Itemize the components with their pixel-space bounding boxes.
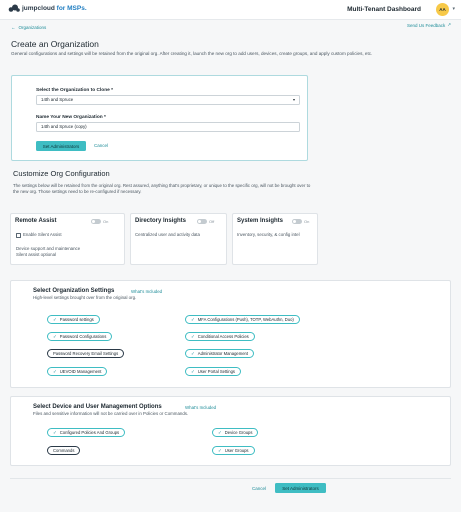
directory-insights-toggle[interactable] <box>197 219 207 224</box>
cancel-button[interactable]: Cancel <box>94 143 108 148</box>
footer-cancel-button[interactable]: Cancel <box>252 486 266 491</box>
check-icon: ✓ <box>53 333 57 339</box>
setting-pill-user-portal-settings[interactable]: ✓ User Portal Settings <box>185 367 242 376</box>
avatar[interactable]: AA <box>436 3 449 16</box>
chevron-down-icon: ▾ <box>292 97 295 102</box>
setting-pill-administrator-management[interactable]: ✓ Administrator Management <box>185 349 255 358</box>
chevron-down-icon[interactable]: ▾ <box>452 6 455 12</box>
dashboard-title: Multi-Tenant Dashboard <box>347 6 421 13</box>
page-description: General configurations and settings will… <box>11 51 373 56</box>
setting-pill-conditional-access[interactable]: ✓ Conditional Access Policies <box>185 332 255 341</box>
check-icon: ✓ <box>53 316 57 322</box>
option-pill-device-groups[interactable]: ✓ Device Groups <box>212 428 259 437</box>
feedback-label: Send Us Feedback <box>406 22 446 28</box>
system-insights-line-1: Inventory, security, & config intel <box>237 232 300 237</box>
remote-assist-line-1: Device support and maintenance <box>16 246 81 251</box>
remote-assist-toggle[interactable] <box>91 219 101 224</box>
name-label: Name Your New Organization * <box>36 115 106 120</box>
check-icon: ✓ <box>191 350 195 356</box>
back-link[interactable]: ← Organizations <box>11 25 46 30</box>
name-input[interactable]: 14th and Spruce (copy) <box>36 122 300 132</box>
check-icon: ✓ <box>191 316 195 322</box>
check-icon: ✓ <box>218 447 222 453</box>
check-icon: ✓ <box>53 429 57 435</box>
check-icon: ✓ <box>191 333 195 339</box>
check-icon: ✓ <box>191 368 195 374</box>
system-insights-toggle-label: On <box>304 219 310 224</box>
customize-title: Customize Org Configuration <box>13 169 110 178</box>
directory-insights-line-1: Centralized user and activity data <box>135 232 200 237</box>
arrow-left-icon: ← <box>11 25 16 30</box>
logo-suffix: for MSPs. <box>56 5 87 12</box>
check-icon: ✓ <box>218 429 222 435</box>
clone-select[interactable]: 14th and Spruce ▾ <box>36 95 300 105</box>
setting-pill-password-configurations[interactable]: ✓ Password Configurations <box>47 332 113 341</box>
device-options-whats-included-link[interactable]: What's Included <box>185 405 216 410</box>
silent-assist-checkbox[interactable] <box>16 233 21 238</box>
footer-divider <box>10 478 451 479</box>
option-pill-user-groups[interactable]: ✓ User Groups <box>212 446 255 455</box>
silent-assist-label: Enable Silent Assist <box>23 232 62 237</box>
system-insights-title: System Insights <box>237 218 284 224</box>
footer-set-administrators-button[interactable]: Set Administrators <box>275 483 326 493</box>
clone-label: Select the Organization to Clone * <box>36 88 114 93</box>
page-title: Create an Organization <box>11 39 99 49</box>
set-administrators-button[interactable]: Set Administrators <box>36 141 86 151</box>
setting-pill-mfa-configurations[interactable]: ✓ MFA Configurations (Push), TOTP, WebAut… <box>185 315 300 324</box>
setting-pill-password-recovery-email[interactable]: Password Recovery Email Settings <box>47 349 125 358</box>
back-label: Organizations <box>18 25 47 30</box>
device-options-title: Select Device and User Management Option… <box>33 404 162 410</box>
device-options-subtitle: Files and sensitive information will not… <box>33 411 189 416</box>
org-settings-whats-included-link[interactable]: What's Included <box>131 289 162 294</box>
remote-assist-toggle-label: On <box>103 219 109 224</box>
remote-assist-line-2: Silent assist optional <box>16 252 57 257</box>
name-input-value: 14th and Spruce (copy) <box>41 124 87 129</box>
external-link-icon: ↗ <box>447 22 451 27</box>
org-settings-subtitle: High-level settings brought over from th… <box>33 295 137 300</box>
setting-pill-password-settings[interactable]: ✓ Password settings <box>47 315 100 324</box>
check-icon: ✓ <box>53 368 57 374</box>
remote-assist-title: Remote Assist <box>15 218 57 224</box>
setting-pill-uevoid-management[interactable]: ✓ UEVOID Management <box>47 367 108 376</box>
org-settings-title: Select Organization Settings <box>33 288 115 294</box>
system-insights-toggle[interactable] <box>292 219 302 224</box>
logo[interactable]: jumpcloud for MSPs. <box>8 4 87 13</box>
option-pill-commands[interactable]: Commands <box>47 446 81 455</box>
logo-brand: jumpcloud <box>22 5 55 12</box>
feedback-link[interactable]: Send Us Feedback ↗ <box>407 22 451 28</box>
top-bar: jumpcloud for MSPs. Multi-Tenant Dashboa… <box>0 0 461 20</box>
clone-select-value: 14th and Spruce <box>41 97 74 102</box>
directory-insights-toggle-label: Off <box>209 219 215 224</box>
option-pill-configured-policies[interactable]: ✓ Configured Policies And Groups <box>47 428 126 437</box>
customize-description: The settings below will be retained from… <box>13 183 311 194</box>
directory-insights-title: Directory Insights <box>135 218 187 224</box>
jumpcloud-logo-icon <box>8 4 20 12</box>
